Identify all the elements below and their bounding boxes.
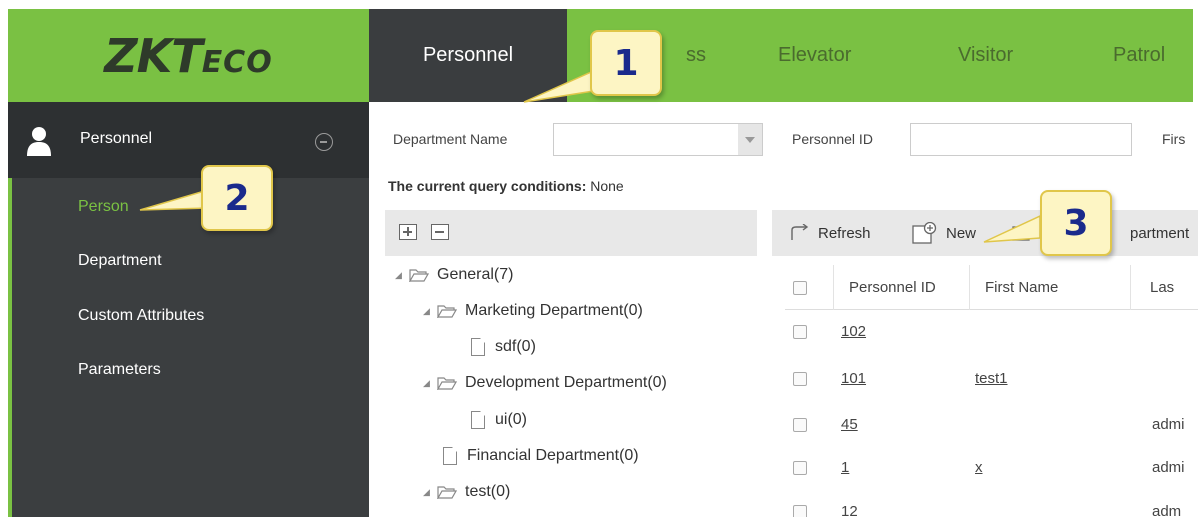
row-checkbox[interactable]: [793, 325, 807, 339]
expanded-triangle-icon[interactable]: ◢: [395, 270, 409, 281]
column-header-personnel-id[interactable]: Personnel ID: [849, 279, 936, 296]
callout-number: 3: [1063, 202, 1089, 244]
new-button[interactable]: New: [912, 210, 976, 256]
sidebar-item-person[interactable]: Person: [78, 198, 129, 216]
callout-2: 2: [201, 165, 273, 231]
last-name-cell: admi: [1152, 416, 1185, 433]
logo-text-suffix: ECO: [201, 44, 273, 80]
refresh-label: Refresh: [818, 224, 871, 242]
table-row[interactable]: 12 adm: [785, 500, 1198, 517]
refresh-icon: [791, 224, 809, 240]
tab-visitor[interactable]: Visitor: [958, 9, 1013, 102]
tree-node-development[interactable]: ◢ Development Department(0): [423, 374, 667, 392]
new-label: New: [946, 224, 977, 242]
row-checkbox[interactable]: [793, 372, 807, 386]
callout-pointer: [523, 67, 600, 103]
callout-number: 2: [224, 177, 250, 219]
tree-node-label: General(7): [437, 266, 514, 283]
select-all-checkbox[interactable]: [793, 281, 807, 295]
first-name-label: Firs: [1162, 131, 1186, 147]
last-name-cell: admi: [1152, 459, 1185, 476]
expanded-triangle-icon[interactable]: ◢: [423, 306, 437, 317]
folder-open-icon: [437, 305, 457, 318]
department-name-select[interactable]: [553, 123, 763, 156]
tree-node-label: Marketing Department(0): [465, 302, 643, 319]
sidebar: Personnel Person Department Custom Attri…: [8, 102, 369, 517]
adjust-department-label: partment: [1130, 224, 1190, 242]
personnel-id-link[interactable]: 101: [841, 370, 866, 387]
expanded-triangle-icon[interactable]: ◢: [423, 487, 437, 498]
column-header-last-name[interactable]: Las: [1150, 279, 1174, 296]
sidebar-section-personnel[interactable]: Personnel: [8, 102, 369, 178]
column-divider: [1130, 265, 1131, 310]
tree-node-sdf[interactable]: sdf(0): [471, 338, 536, 356]
personnel-id-link[interactable]: 12: [841, 503, 858, 517]
refresh-button[interactable]: Refresh: [788, 210, 871, 256]
folder-open-icon: [409, 269, 429, 282]
column-divider: [969, 265, 970, 310]
collapse-icon[interactable]: [315, 133, 333, 151]
collapse-all-icon[interactable]: [431, 224, 449, 240]
column-header-first-name[interactable]: First Name: [985, 279, 1058, 296]
query-conditions-label: The current query conditions:: [388, 178, 587, 194]
grid-header: Personnel ID First Name Las: [785, 265, 1198, 310]
file-icon: [443, 447, 457, 465]
callout-number: 1: [613, 42, 639, 84]
query-conditions: The current query conditions: None: [388, 178, 624, 194]
tab-patrol[interactable]: Patrol: [1113, 9, 1165, 102]
callout-pointer: [983, 215, 1040, 243]
logo-text-main: ZKT: [104, 28, 202, 83]
sidebar-active-accent: [8, 178, 12, 517]
tab-elevator[interactable]: Elevator: [778, 9, 851, 102]
tab-personnel-label: Personnel: [422, 44, 514, 66]
sidebar-item-department[interactable]: Department: [78, 252, 162, 270]
new-record-icon: [912, 222, 937, 244]
callout-pointer: [139, 189, 208, 211]
folder-open-icon: [437, 486, 457, 499]
personnel-id-link[interactable]: 102: [841, 323, 866, 340]
tree-node-label: Financial Department(0): [467, 447, 639, 464]
personnel-id-link[interactable]: 1: [841, 459, 849, 476]
tab-visitor-label: Visitor: [958, 44, 1014, 66]
folder-open-icon: [437, 377, 457, 390]
personnel-id-label: Personnel ID: [792, 131, 873, 147]
sidebar-section-label: Personnel: [80, 130, 153, 147]
department-name-label: Department Name: [393, 131, 508, 147]
tree-node-label: Development Department(0): [465, 374, 667, 391]
row-checkbox[interactable]: [793, 418, 807, 432]
column-divider: [833, 265, 834, 310]
user-icon: [27, 127, 51, 156]
tree-node-label: test(0): [465, 483, 511, 500]
chevron-down-icon[interactable]: [738, 124, 762, 155]
tree-node-test[interactable]: ◢ test(0): [423, 483, 510, 501]
tree-toolbar: [385, 210, 757, 256]
tab-patrol-label: Patrol: [1113, 44, 1166, 66]
tree-node-label: sdf(0): [495, 338, 536, 355]
callout-3: 3: [1040, 190, 1112, 256]
first-name-cell: test1: [975, 370, 1008, 387]
tree-node-marketing[interactable]: ◢ Marketing Department(0): [423, 302, 643, 320]
row-checkbox[interactable]: [793, 505, 807, 517]
tree-node-label: ui(0): [495, 411, 528, 428]
expand-all-icon[interactable]: [399, 224, 417, 240]
tab-elevator-label: Elevator: [778, 44, 852, 66]
file-icon: [471, 338, 485, 356]
row-checkbox[interactable]: [793, 461, 807, 475]
tree-node-general[interactable]: ◢ General(7): [395, 266, 513, 284]
first-name-cell: x: [975, 459, 983, 476]
tree-node-financial[interactable]: Financial Department(0): [443, 447, 639, 465]
sidebar-item-parameters[interactable]: Parameters: [78, 361, 161, 379]
tab-access-label: ss: [686, 44, 706, 66]
personnel-id-link[interactable]: 45: [841, 416, 858, 433]
personnel-id-input[interactable]: [910, 123, 1132, 156]
last-name-cell: adm: [1152, 503, 1182, 517]
callout-1: 1: [590, 30, 662, 96]
query-conditions-value: None: [590, 178, 624, 194]
tree-node-ui[interactable]: ui(0): [471, 411, 527, 429]
sidebar-item-custom-attributes[interactable]: Custom Attributes: [78, 307, 204, 325]
zkteco-logo: ZKTECO: [8, 9, 369, 102]
logo-text: ZKTECO: [104, 29, 272, 83]
expanded-triangle-icon[interactable]: ◢: [423, 378, 437, 389]
file-icon: [471, 411, 485, 429]
